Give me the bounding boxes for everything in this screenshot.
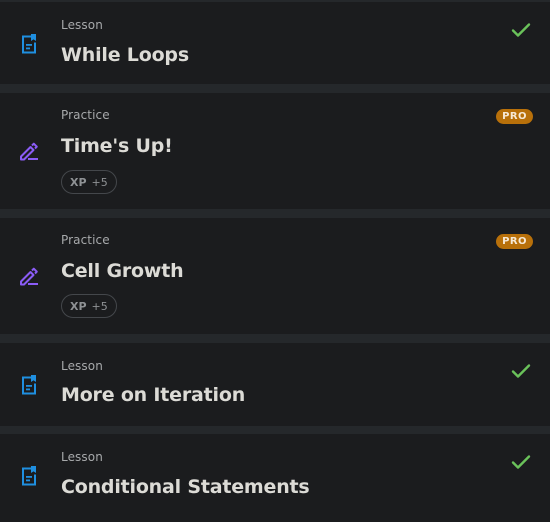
item-kind: Practice [61,233,110,247]
item-kind: Lesson [61,18,103,32]
xp-label: XP [70,175,87,189]
practice-card[interactable]: Practice Cell Growth PRO XP +5 [0,218,550,334]
lesson-card[interactable]: Lesson More on Iteration [0,343,550,426]
lesson-doc-icon [22,466,36,486]
lesson-doc-icon [22,375,36,395]
item-title: Conditional Statements [61,476,310,498]
item-title: More on Iteration [61,384,246,406]
pro-badge: PRO [496,234,533,249]
item-title: While Loops [61,44,189,66]
item-title: Time's Up! [61,135,173,157]
check-icon [511,23,531,37]
xp-chip: XP +5 [61,294,117,318]
lesson-card[interactable]: Lesson Conditional Statements [0,434,550,522]
check-icon [511,455,531,469]
practice-card[interactable]: Practice Time's Up! PRO XP +5 [0,93,550,209]
xp-value: +5 [91,299,108,313]
xp-label: XP [70,299,87,313]
practice-pen-icon [20,267,38,286]
check-icon [511,364,531,378]
xp-chip: XP +5 [61,170,117,194]
item-kind: Practice [61,108,110,122]
item-kind: Lesson [61,450,103,464]
xp-value: +5 [91,175,108,189]
item-kind: Lesson [61,359,103,373]
pro-badge: PRO [496,109,533,124]
item-title: Cell Growth [61,260,184,282]
practice-pen-icon [20,142,38,161]
lesson-doc-icon [22,34,36,54]
lesson-card[interactable]: Lesson While Loops [0,2,550,84]
